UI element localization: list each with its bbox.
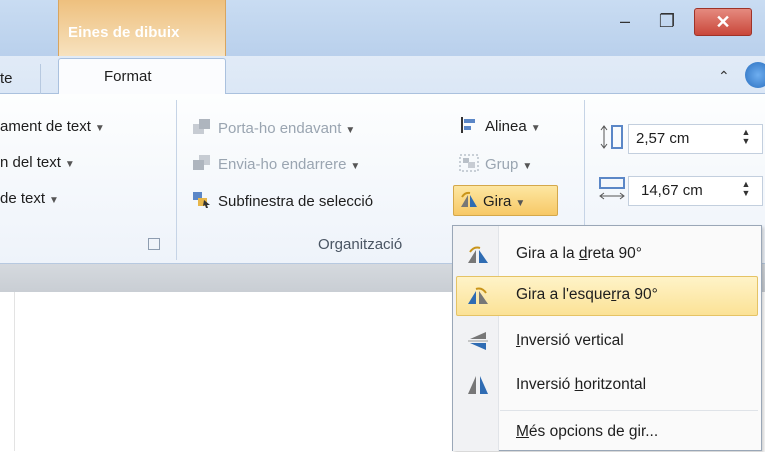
bring-forward-button[interactable]: Porta-ho endavant ▼ <box>192 118 355 137</box>
height-spinner-icon[interactable]: ▲ ▼ <box>740 128 752 146</box>
shape-width-value: 14,67 cm <box>641 182 703 199</box>
bring-forward-icon <box>193 119 210 134</box>
text-direction-label: ament de text <box>0 118 91 135</box>
flip-horizontal-icon <box>468 376 488 394</box>
selection-pane-icon <box>193 192 210 208</box>
menu-label-flip-horizontal: Inversió horitzontal <box>516 376 647 393</box>
menu-separator <box>500 410 758 411</box>
text-direction-button[interactable]: ament de text ▼ <box>0 118 105 135</box>
help-icon[interactable] <box>745 62 765 88</box>
minimize-button[interactable]: – <box>608 8 642 36</box>
send-backward-button[interactable]: Envia-ho endarrere ▼ <box>192 154 360 173</box>
rotate-label: Gira <box>483 193 512 210</box>
chevron-down-icon: ▼ <box>94 123 105 134</box>
align-left-icon <box>461 117 475 133</box>
bring-forward-label: Porta-ho endavant <box>218 120 342 137</box>
close-button[interactable]: ✕ <box>694 8 752 36</box>
page-edge <box>14 292 15 451</box>
width-spinner-icon[interactable]: ▲ ▼ <box>740 180 752 198</box>
chevron-down-icon: ▼ <box>345 125 356 136</box>
chevron-down-icon: ▼ <box>515 198 526 209</box>
collapse-ribbon-icon[interactable]: ⌃ <box>718 68 730 85</box>
group-divider <box>176 100 177 260</box>
align-button[interactable]: Alinea ▼ <box>459 116 541 135</box>
chevron-down-icon: ▼ <box>530 123 541 134</box>
context-tab-label: Eines de dibuix <box>68 24 180 41</box>
menu-label-rotate-right: Gira a la dreta 90° <box>516 245 642 262</box>
align-label: Alinea <box>485 118 527 135</box>
rotate-left-icon <box>468 287 488 304</box>
maximize-button[interactable]: ❐ <box>650 8 684 36</box>
group-label-arrange: Organització <box>318 236 403 253</box>
menu-label-flip-vertical: Inversió vertical <box>516 332 624 349</box>
chevron-down-icon: ▼ <box>522 161 533 172</box>
chevron-down-icon: ▼ <box>49 195 59 206</box>
rotate-button-content[interactable]: Gira ▼ <box>459 191 525 210</box>
rotate-icon <box>461 191 477 207</box>
selection-pane-button[interactable]: Subfinestra de selecció <box>192 191 373 210</box>
menu-label-more-rotation-options: Més opcions de gir... <box>516 423 659 440</box>
create-link-label: de text <box>0 190 46 207</box>
flip-vertical-icon <box>468 332 488 350</box>
group-button[interactable]: Grup ▼ <box>459 154 532 173</box>
dialog-launcher-icon[interactable] <box>148 238 160 250</box>
group-objects-icon <box>459 154 479 172</box>
group-label: Grup <box>485 156 519 173</box>
chevron-down-icon: ▼ <box>350 161 361 172</box>
tab-previous-label: te <box>0 70 13 87</box>
chevron-down-icon: ▼ <box>64 159 75 170</box>
shape-width-icon <box>599 177 625 200</box>
shape-height-icon <box>600 125 623 149</box>
send-backward-icon <box>193 155 210 170</box>
create-link-button[interactable]: de text ▼ <box>0 190 59 207</box>
menu-label-rotate-left: Gira a l'esquerra 90° <box>516 286 658 303</box>
rotate-right-icon <box>468 246 488 263</box>
shape-height-value: 2,57 cm <box>636 130 690 147</box>
selection-pane-label: Subfinestra de selecció <box>218 193 374 210</box>
send-backward-label: Envia-ho endarrere <box>218 156 347 173</box>
tab-format-label: Format <box>104 68 152 85</box>
align-text-button[interactable]: n del text ▼ <box>0 154 75 171</box>
align-text-label: n del text <box>0 154 61 171</box>
